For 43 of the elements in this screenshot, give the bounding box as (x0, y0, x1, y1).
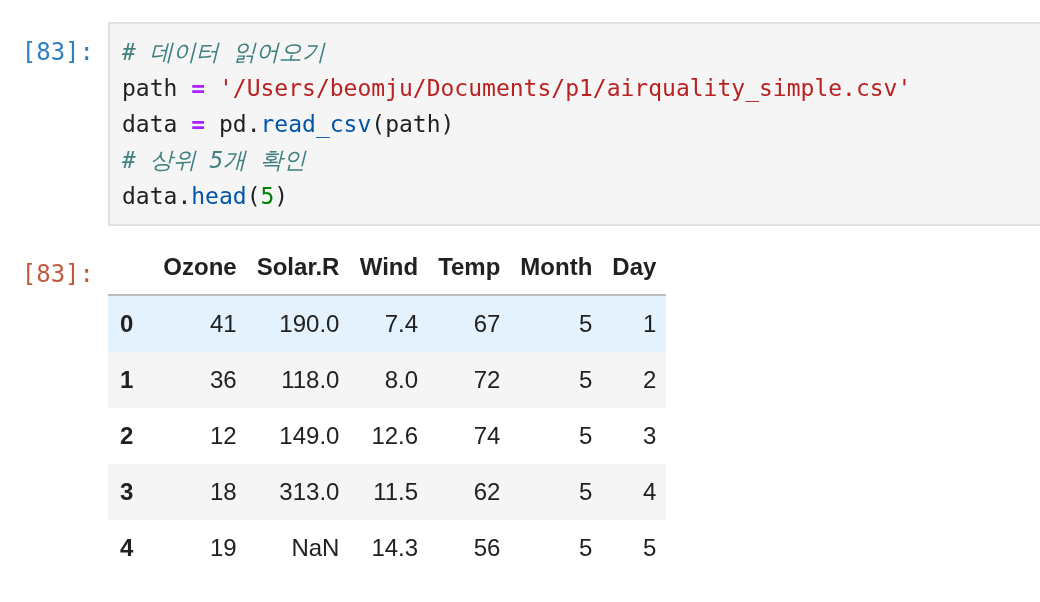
table-cell: 36 (153, 352, 247, 408)
table-cell: 118.0 (246, 352, 350, 408)
row-index: 0 (108, 295, 154, 352)
table-cell: 41 (153, 295, 247, 352)
row-index: 2 (108, 408, 154, 464)
table-cell: 74 (428, 408, 511, 464)
row-index: 1 (108, 352, 154, 408)
code-cell[interactable]: # 데이터 읽어오기 path = '/Users/beomju/Documents/p1/airquality_simple.csv' data = pd.read_csv(path) # 상위 5개 확인 data.head(5) (108, 22, 1040, 226)
table-cell: 5 (510, 464, 603, 520)
table-cell: 4 (602, 464, 667, 520)
code-line: # 데이터 읽어오기 (122, 39, 325, 65)
table-cell: 67 (428, 295, 511, 352)
table-cell: 2 (602, 352, 667, 408)
table-cell: 56 (428, 520, 511, 576)
table-cell: 5 (510, 408, 603, 464)
row-index: 4 (108, 520, 154, 576)
table-cell: 8.0 (349, 352, 429, 408)
table-cell: 18 (153, 464, 247, 520)
input-prompt: [83]: (20, 37, 95, 68)
table-cell: 5 (510, 520, 603, 576)
code-line: data = pd.read_csv(path) (122, 111, 455, 137)
table-cell: NaN (246, 520, 350, 576)
code-line: data.head(5) (122, 183, 289, 209)
table-cell: 5 (510, 295, 603, 352)
table-cell: 149.0 (246, 408, 350, 464)
table-cell: 5 (602, 520, 667, 576)
table-cell: 3 (602, 408, 667, 464)
code-line: path = '/Users/beomju/Documents/p1/airquality_simple.csv' (122, 75, 912, 101)
table-cell: 190.0 (246, 295, 350, 352)
table-cell: 313.0 (246, 464, 350, 520)
row-index: 3 (108, 464, 154, 520)
table-cell: 11.5 (349, 464, 429, 520)
output-prompt: [83]: (20, 259, 95, 290)
table-cell: 72 (428, 352, 511, 408)
table-cell: 14.3 (349, 520, 429, 576)
table-cell: 12.6 (349, 408, 429, 464)
code-line: # 상위 5개 확인 (122, 147, 307, 173)
table-cell: 62 (428, 464, 511, 520)
table-cell: 19 (153, 520, 247, 576)
table-cell: 5 (510, 352, 603, 408)
table-cell: 7.4 (349, 295, 429, 352)
table-cell: 12 (153, 408, 247, 464)
table-cell: 1 (602, 295, 667, 352)
